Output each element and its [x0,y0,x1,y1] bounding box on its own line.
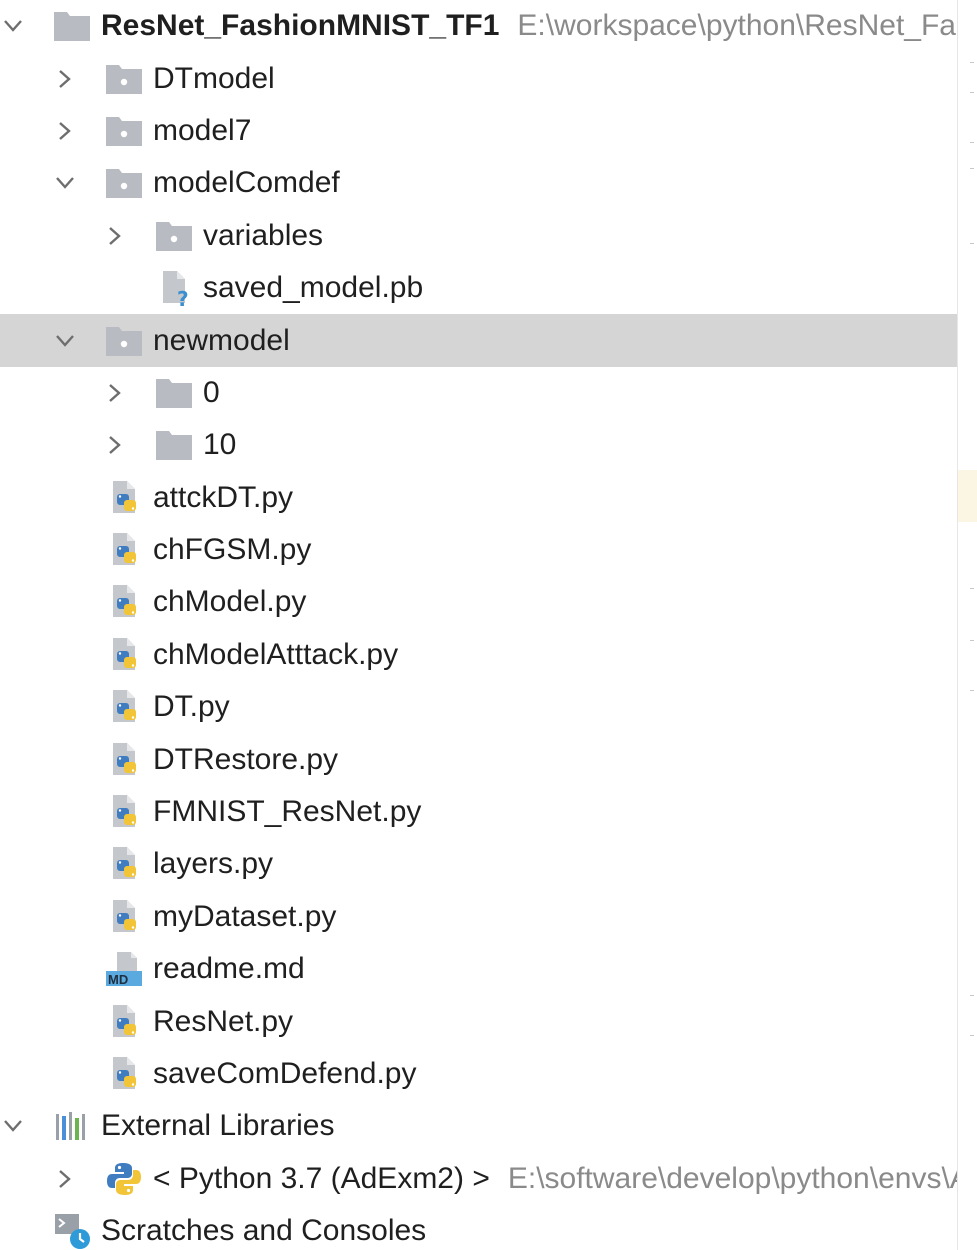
tree-row-file[interactable]: chModelAtttack.py [0,629,958,681]
scroll-marker [970,1035,974,1036]
unknown-file-icon: ? [155,269,193,307]
folder-icon [105,112,143,150]
folder-label: newmodel [153,323,290,357]
python-file-icon [105,1003,143,1041]
file-label: chFGSM.py [153,533,312,567]
project-name: ResNet_FashionMNIST_TF1 [101,9,500,43]
scroll-marker [970,690,974,691]
tree-row-file[interactable]: MD readme.md [0,943,958,995]
libraries-icon [53,1107,91,1145]
tree-row-folder-10[interactable]: 10 [0,419,958,471]
python-icon [105,1160,143,1198]
file-label: readme.md [153,952,305,986]
python-file-icon [105,898,143,936]
python-file-icon [105,479,143,517]
markdown-file-icon: MD [105,950,143,988]
file-label: DTRestore.py [153,742,339,776]
tree-row-folder-newmodel[interactable]: newmodel [0,314,958,367]
file-label: DT.py [153,690,230,724]
python-sdk-path: E:\software\develop\python\envs\AdExm2\p… [507,1161,958,1195]
tree-row-folder-0[interactable]: 0 [0,367,958,419]
tree-row-external-libraries[interactable]: External Libraries [0,1100,958,1152]
python-file-icon [105,845,143,883]
folder-icon [155,374,193,412]
chevron-down-icon[interactable] [56,174,74,192]
scroll-marker [970,995,974,996]
tree-row-python-sdk[interactable]: < Python 3.7 (AdExm2) > E:\software\deve… [0,1153,958,1205]
python-file-icon [105,1055,143,1093]
tree-row-file[interactable]: DT.py [0,681,958,733]
chevron-right-icon[interactable] [56,122,74,140]
folder-label: 0 [203,375,220,409]
chevron-right-icon[interactable] [106,384,124,402]
python-file-icon [105,636,143,674]
tree-row-file[interactable]: chFGSM.py [0,524,958,576]
svg-text:MD: MD [108,972,128,987]
folder-icon [105,322,143,360]
python-file-icon [105,793,143,831]
scroll-marker [970,62,974,63]
chevron-right-icon[interactable] [106,226,124,245]
tree-row-folder-modelcomdef[interactable]: modelComdef [0,157,958,209]
scroll-marker [970,588,974,589]
tree-row-file[interactable]: DTRestore.py [0,733,958,785]
file-label: chModelAtttack.py [153,637,399,671]
tree-row-scratches[interactable]: Scratches and Consoles [0,1205,958,1250]
scroll-marker [970,168,974,169]
file-label: saved_model.pb [203,271,424,305]
file-label: myDataset.py [153,899,337,933]
tree-row-file[interactable]: chModel.py [0,576,958,628]
folder-label: modelComdef [153,166,340,200]
folder-icon [155,426,193,464]
tree-row-file[interactable]: myDataset.py [0,891,958,943]
tree-row-file[interactable]: FMNIST_ResNet.py [0,786,958,838]
external-libraries-label: External Libraries [101,1109,335,1143]
folder-icon [105,60,143,98]
chevron-right-icon[interactable] [56,1169,74,1188]
scrollbar-track[interactable] [957,0,977,1250]
folder-label: DTmodel [153,61,275,95]
chevron-right-icon[interactable] [56,69,74,88]
folder-icon [155,217,193,255]
scroll-highlight [958,470,977,522]
file-label: layers.py [153,847,274,881]
file-label: chModel.py [153,585,307,619]
chevron-down-icon[interactable] [4,17,22,35]
chevron-right-icon[interactable] [106,436,124,455]
module-folder-icon [53,7,91,45]
file-label: FMNIST_ResNet.py [153,795,422,829]
scratches-icon [53,1212,91,1250]
chevron-down-icon[interactable] [56,332,74,350]
python-sdk-label: < Python 3.7 (AdExm2) > [153,1161,490,1195]
folder-label: variables [203,218,324,252]
folder-label: model7 [153,113,252,147]
scroll-marker [970,640,974,641]
scroll-marker [970,92,974,93]
project-tree: ResNet_FashionMNIST_TF1 E:\workspace\pyt… [0,0,958,1250]
tree-row-folder-model7[interactable]: model7 [0,105,958,157]
file-label: attckDT.py [153,480,294,514]
tree-row-file[interactable]: layers.py [0,838,958,890]
tree-row-file[interactable]: ResNet.py [0,995,958,1047]
tree-row-file[interactable]: attckDT.py [0,472,958,524]
scroll-marker [970,243,974,244]
svg-text:?: ? [177,287,189,307]
python-file-icon [105,531,143,569]
tree-row-file[interactable]: saveComDefend.py [0,1048,958,1100]
tree-row-folder-dtmodel[interactable]: DTmodel [0,52,958,104]
folder-label: 10 [203,428,237,462]
tree-row-file-saved-model[interactable]: ? saved_model.pb [0,262,958,314]
project-path: E:\workspace\python\ResNet_FashionMNIST_… [517,9,958,43]
python-file-icon [105,583,143,621]
python-file-icon [105,741,143,779]
scroll-marker [970,142,974,143]
python-file-icon [105,688,143,726]
tree-row-project-root[interactable]: ResNet_FashionMNIST_TF1 E:\workspace\pyt… [0,0,958,52]
folder-icon [105,164,143,202]
tree-row-folder-variables[interactable]: variables [0,210,958,262]
file-label: ResNet.py [153,1004,294,1038]
file-label: saveComDefend.py [153,1057,417,1090]
chevron-down-icon[interactable] [4,1117,22,1135]
scratches-label: Scratches and Consoles [101,1214,427,1248]
